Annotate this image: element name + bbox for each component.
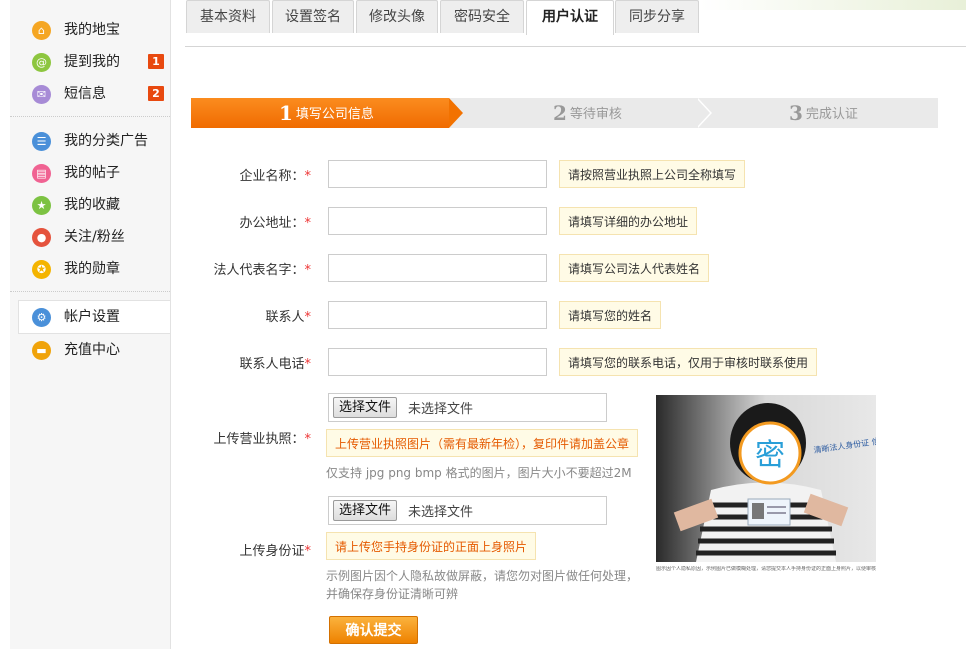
unread-badge: 2 — [148, 86, 164, 101]
wallet-icon: ▬ — [32, 341, 51, 360]
contact-input[interactable] — [328, 301, 547, 329]
document-icon: ▤ — [32, 164, 51, 183]
license-upload-note: 仅支持 jpg png bmp 格式的图片，图片大小不要超过2M — [326, 466, 632, 480]
id-upload-label: 上传身份证* — [239, 544, 311, 559]
example-photo-illustration: 密 清晰法人身份证 信息清晰可辨 — [656, 395, 876, 562]
company-name-input[interactable] — [328, 160, 547, 188]
company-name-hint: 请按照营业执照上公司全称填写 — [559, 160, 746, 188]
tab-password[interactable]: 密码安全 — [440, 0, 524, 33]
contact-hint: 请填写您的姓名 — [559, 301, 662, 329]
tab-basic-info[interactable]: 基本资料 — [186, 0, 270, 33]
step-1: 1 填写公司信息 — [191, 98, 449, 128]
license-file-input[interactable]: 选择文件 未选择文件 — [328, 393, 607, 422]
sidebar-item-label: 提到我的 — [64, 54, 120, 70]
step-number: 1 — [279, 101, 293, 125]
office-address-label: 办公地址：* — [239, 216, 311, 231]
contact-label: 联系人* — [265, 310, 311, 325]
privacy-mask-char: 密 — [755, 438, 785, 473]
at-icon: @ — [32, 53, 51, 72]
contact-phone-input[interactable] — [328, 348, 547, 376]
id-upload-note-2: 并确保存身份证清晰可辨 — [326, 587, 459, 601]
sidebar-item-messages[interactable]: ✉ 短信息 2 — [10, 78, 170, 110]
sidebar: ⌂ 我的地宝 @ 提到我的 1 ✉ 短信息 2 ☰ 我的分类广告 ▤ 我的帖子 … — [10, 0, 171, 649]
envelope-icon: ✉ — [32, 85, 51, 104]
star-icon: ★ — [32, 196, 51, 215]
list-icon: ☰ — [32, 132, 51, 151]
contact-phone-hint: 请填写您的联系电话，仅用于审核时联系使用 — [559, 348, 818, 376]
id-upload-hint: 请上传您手持身份证的正面上身照片 — [326, 532, 537, 560]
step-label: 等待审核 — [569, 107, 622, 122]
sidebar-item-label: 帐户设置 — [64, 309, 120, 325]
tab-signature[interactable]: 设置签名 — [272, 0, 354, 33]
users-icon: ● — [32, 228, 51, 247]
office-address-input[interactable] — [328, 207, 547, 235]
example-id-photo: 密 清晰法人身份证 信息清晰可辨 — [656, 395, 876, 562]
sidebar-item-label: 我的帖子 — [64, 165, 120, 181]
progress-steps: 1 填写公司信息 2 等待审核 3 完成认证 — [191, 98, 938, 128]
file-status: 未选择文件 — [408, 505, 474, 520]
tab-avatar[interactable]: 修改头像 — [356, 0, 438, 33]
sidebar-item-my-home[interactable]: ⌂ 我的地宝 — [10, 14, 170, 46]
sidebar-item-favorites[interactable]: ★ 我的收藏 — [10, 189, 170, 221]
sidebar-item-label: 短信息 — [64, 86, 106, 102]
sidebar-item-classified-ads[interactable]: ☰ 我的分类广告 — [10, 125, 170, 157]
choose-file-button[interactable]: 选择文件 — [333, 500, 398, 521]
sidebar-item-label: 我的分类广告 — [64, 133, 148, 149]
step-3: 3 完成认证 — [789, 98, 858, 128]
top-decoration — [700, 0, 966, 10]
tab-divider — [185, 46, 966, 47]
sidebar-item-label: 我的地宝 — [64, 22, 120, 38]
unread-badge: 1 — [148, 54, 164, 69]
sidebar-item-mentions[interactable]: @ 提到我的 1 — [10, 46, 170, 78]
example-photo-caption: 图示因个人隐私原因，示例图片已做模糊处理，请您提交本人手持身份证的正面上身照片，… — [656, 566, 876, 572]
company-name-label: 企业名称：* — [239, 169, 311, 184]
sidebar-item-follow-fans[interactable]: ● 关注/粉丝 — [10, 221, 170, 253]
gear-icon: ⚙ — [32, 308, 51, 327]
sidebar-item-label: 我的勋章 — [64, 261, 120, 277]
step-2: 2 等待审核 — [553, 98, 622, 128]
sidebar-item-label: 充值中心 — [64, 342, 120, 358]
legal-rep-input[interactable] — [328, 254, 547, 282]
sidebar-item-label: 关注/粉丝 — [64, 229, 125, 245]
choose-file-button[interactable]: 选择文件 — [333, 397, 398, 418]
sidebar-group-messages: ⌂ 我的地宝 @ 提到我的 1 ✉ 短信息 2 — [10, 0, 170, 117]
step-number: 3 — [789, 101, 803, 125]
sidebar-group-content: ☰ 我的分类广告 ▤ 我的帖子 ★ 我的收藏 ● 关注/粉丝 ✪ 我的勋章 — [10, 117, 170, 292]
sidebar-item-medals[interactable]: ✪ 我的勋章 — [10, 253, 170, 285]
sidebar-group-account: ⚙ 帐户设置 ▬ 充值中心 — [10, 292, 170, 372]
sidebar-item-recharge[interactable]: ▬ 充值中心 — [10, 334, 170, 366]
file-status: 未选择文件 — [408, 402, 474, 417]
id-upload-note-1: 示例图片因个人隐私故做屏蔽，请您勿对图片做任何处理， — [326, 569, 639, 583]
legal-rep-hint: 请填写公司法人代表姓名 — [559, 254, 710, 282]
sidebar-item-label: 我的收藏 — [64, 197, 120, 213]
home-icon: ⌂ — [32, 21, 51, 40]
contact-phone-label: 联系人电话* — [239, 357, 311, 372]
sidebar-item-account-settings[interactable]: ⚙ 帐户设置 — [18, 300, 170, 334]
license-upload-hint: 上传营业执照图片（需有最新年检），复印件请加盖公章 — [326, 429, 639, 457]
step-label: 完成认证 — [805, 107, 858, 122]
step-arrow — [449, 98, 463, 128]
step-number: 2 — [553, 101, 567, 125]
legal-rep-label: 法人代表名字：* — [213, 263, 311, 278]
id-file-input[interactable]: 选择文件 未选择文件 — [328, 496, 607, 525]
submit-button[interactable]: 确认提交 — [329, 616, 418, 644]
sidebar-item-my-posts[interactable]: ▤ 我的帖子 — [10, 157, 170, 189]
medal-icon: ✪ — [32, 260, 51, 279]
license-upload-label: 上传营业执照：* — [213, 432, 311, 447]
tab-verification[interactable]: 用户认证 — [526, 0, 614, 35]
tab-sync-share[interactable]: 同步分享 — [615, 0, 699, 33]
step-label: 填写公司信息 — [295, 107, 374, 122]
office-address-hint: 请填写详细的办公地址 — [559, 207, 698, 235]
step-separator-inner — [696, 98, 710, 128]
